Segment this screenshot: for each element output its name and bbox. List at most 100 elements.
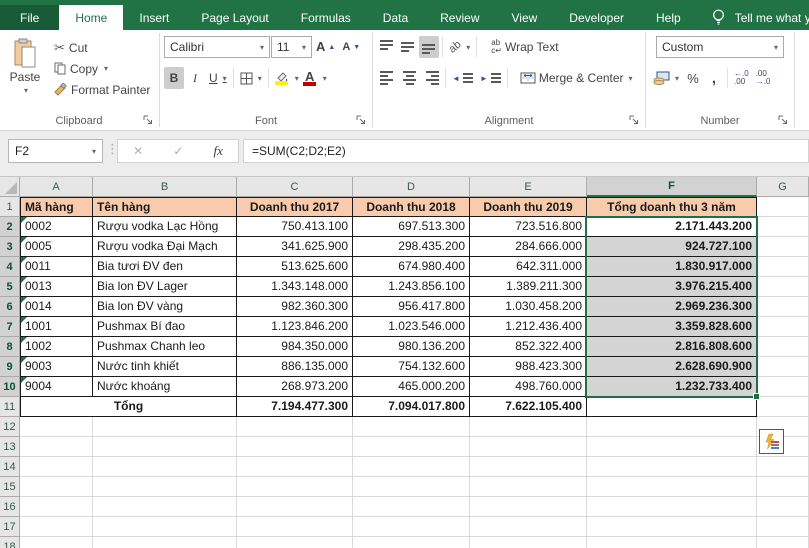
row-header-7[interactable]: 7 [0, 317, 20, 337]
formula-input[interactable]: =SUM(C2;D2;E2) [243, 139, 809, 163]
row-header-8[interactable]: 8 [0, 337, 20, 357]
cell-D1[interactable]: Doanh thu 2018 [353, 197, 470, 217]
cell-C6[interactable]: 982.360.300 [237, 297, 353, 317]
cell-E9[interactable]: 988.423.300 [470, 357, 587, 377]
cell-C12[interactable] [237, 417, 353, 437]
cell-F8[interactable]: 2.816.808.600 [587, 337, 757, 357]
col-header-D[interactable]: D [353, 177, 470, 197]
cell-A4[interactable]: 0011 [20, 257, 93, 277]
col-header-A[interactable]: A [20, 177, 93, 197]
comma-style-button[interactable]: , [704, 67, 724, 89]
cell-E15[interactable] [470, 477, 587, 497]
cell-D4[interactable]: 674.980.400 [353, 257, 470, 277]
cell-C15[interactable] [237, 477, 353, 497]
cell-C10[interactable]: 268.973.200 [237, 377, 353, 397]
cell-G1[interactable] [757, 197, 809, 217]
cell-D3[interactable]: 298.435.200 [353, 237, 470, 257]
cell-C18[interactable] [237, 537, 353, 548]
cell-G5[interactable] [757, 277, 809, 297]
orientation-button[interactable]: ab ▾ [446, 36, 473, 58]
number-dialog-launcher[interactable] [778, 115, 789, 126]
cell-B6[interactable]: Bia lon ĐV vàng [93, 297, 237, 317]
cell-D9[interactable]: 754.132.600 [353, 357, 470, 377]
row-header-4[interactable]: 4 [0, 257, 20, 277]
cell-B17[interactable] [93, 517, 237, 537]
tab-home[interactable]: Home [59, 5, 123, 30]
cell-G7[interactable] [757, 317, 809, 337]
tab-view[interactable]: View [496, 5, 554, 30]
tab-developer[interactable]: Developer [553, 5, 640, 30]
row-header-14[interactable]: 14 [0, 457, 20, 477]
col-header-G[interactable]: G [757, 177, 809, 197]
cell-A16[interactable] [20, 497, 93, 517]
number-format-select[interactable]: Custom ▾ [656, 36, 784, 58]
cell-F10[interactable]: 1.232.733.400 [587, 377, 757, 397]
paste-button[interactable]: Paste ▾ [3, 34, 47, 108]
decrease-decimal-button[interactable]: .00 →.0 [753, 67, 774, 89]
cell-B4[interactable]: Bia tươi ĐV đen [93, 257, 237, 277]
row-header-1[interactable]: 1 [0, 197, 20, 217]
cell-G14[interactable] [757, 457, 809, 477]
row-header-17[interactable]: 17 [0, 517, 20, 537]
cell-F16[interactable] [587, 497, 757, 517]
cell-G4[interactable] [757, 257, 809, 277]
cell-F4[interactable]: 1.830.917.000 [587, 257, 757, 277]
decrease-indent-button[interactable]: ◄ [449, 67, 476, 89]
increase-font-size-button[interactable]: A▲ [313, 36, 338, 58]
bold-button[interactable]: B [164, 67, 184, 89]
percent-style-button[interactable]: % [683, 67, 703, 89]
cell-D6[interactable]: 956.417.800 [353, 297, 470, 317]
cell-G8[interactable] [757, 337, 809, 357]
align-left-button[interactable] [377, 67, 398, 89]
row-header-6[interactable]: 6 [0, 297, 20, 317]
cell-A6[interactable]: 0014 [20, 297, 93, 317]
underline-button[interactable]: U▾ [206, 67, 230, 89]
cell-D12[interactable] [353, 417, 470, 437]
format-painter-button[interactable]: Format Painter [51, 79, 153, 100]
cell-A7[interactable]: 1001 [20, 317, 93, 337]
cell-G17[interactable] [757, 517, 809, 537]
cell-E1[interactable]: Doanh thu 2019 [470, 197, 587, 217]
cell-G18[interactable] [757, 537, 809, 548]
font-color-button[interactable]: A [300, 67, 320, 89]
cell-B18[interactable] [93, 537, 237, 548]
cell-C9[interactable]: 886.135.000 [237, 357, 353, 377]
cell-D2[interactable]: 697.513.300 [353, 217, 470, 237]
cell-A3[interactable]: 0005 [20, 237, 93, 257]
cell-E17[interactable] [470, 517, 587, 537]
cell-A8[interactable]: 1002 [20, 337, 93, 357]
cell-D10[interactable]: 465.000.200 [353, 377, 470, 397]
cell-F6[interactable]: 2.969.236.300 [587, 297, 757, 317]
cell-G3[interactable] [757, 237, 809, 257]
cell-A13[interactable] [20, 437, 93, 457]
cell-E5[interactable]: 1.389.211.300 [470, 277, 587, 297]
cell-G11[interactable] [757, 397, 809, 417]
cell-A18[interactable] [20, 537, 93, 548]
font-name-select[interactable]: Calibri ▾ [164, 36, 270, 58]
cell-E3[interactable]: 284.666.000 [470, 237, 587, 257]
cell-F2[interactable]: 2.171.443.200 [587, 217, 757, 237]
cell-B10[interactable]: Nước khoáng [93, 377, 237, 397]
align-right-button[interactable] [421, 67, 442, 89]
row-header-13[interactable]: 13 [0, 437, 20, 457]
select-all-corner[interactable] [0, 177, 20, 197]
cell-B9[interactable]: Nước tinh khiết [93, 357, 237, 377]
cell-B15[interactable] [93, 477, 237, 497]
cell-D5[interactable]: 1.243.856.100 [353, 277, 470, 297]
cell-E8[interactable]: 852.322.400 [470, 337, 587, 357]
cell-C1[interactable]: Doanh thu 2017 [237, 197, 353, 217]
cell-A1[interactable]: Mã hàng [20, 197, 93, 217]
tab-review[interactable]: Review [424, 5, 495, 30]
decrease-font-size-button[interactable]: A▼ [339, 36, 363, 58]
cell-C4[interactable]: 513.625.600 [237, 257, 353, 277]
cell-F9[interactable]: 2.628.690.900 [587, 357, 757, 377]
align-center-button[interactable] [399, 67, 420, 89]
row-header-3[interactable]: 3 [0, 237, 20, 257]
cell-F3[interactable]: 924.727.100 [587, 237, 757, 257]
increase-decimal-button[interactable]: ←.0 .00 [731, 67, 752, 89]
cell-A12[interactable] [20, 417, 93, 437]
cell-C17[interactable] [237, 517, 353, 537]
cell-F14[interactable] [587, 457, 757, 477]
font-size-select[interactable]: 11 ▾ [271, 36, 312, 58]
cell-B2[interactable]: Rượu vodka Lạc Hồng [93, 217, 237, 237]
